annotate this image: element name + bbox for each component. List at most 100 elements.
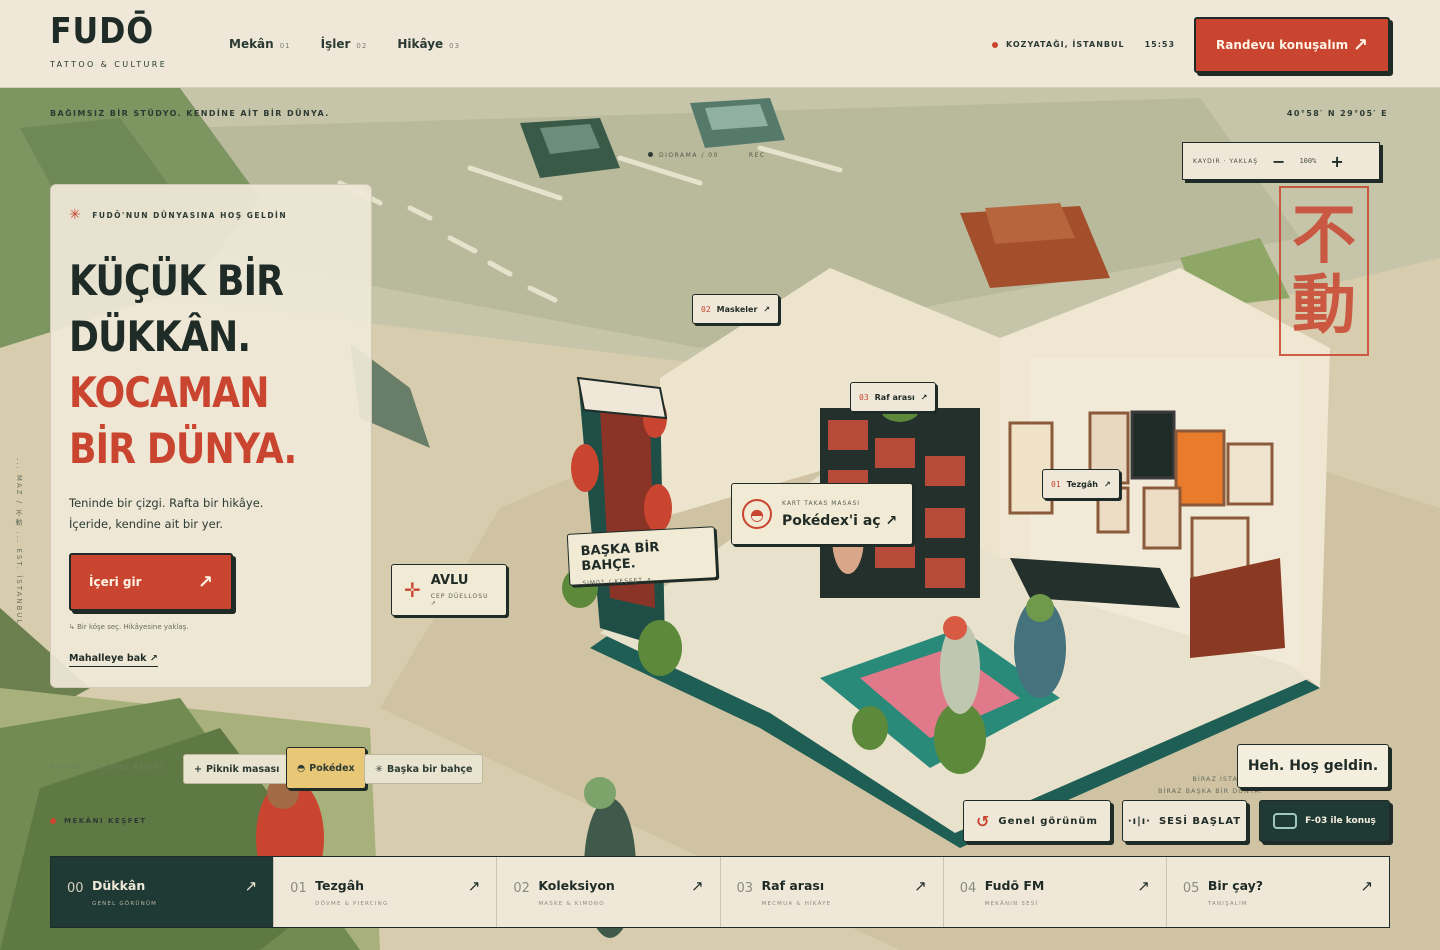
arrow-up-right-icon: ↗	[690, 877, 704, 895]
hero-title-line: KÜÇÜK BİR	[69, 256, 284, 305]
tab-fudo-fm[interactable]: 04 Fudō FM MEKÂNIN SESİ ↗	[943, 857, 1167, 927]
chip-label: Başka bir bahçe	[386, 763, 473, 775]
hero-title-line: DÜKKÂN.	[69, 312, 251, 361]
hero-hint: ↳ Bir köşe seç. Hikâyesine yaklaş.	[69, 623, 189, 631]
sound-wave-icon: ·ı|ı·	[1127, 815, 1151, 827]
arrow-up-right-icon: ↗	[914, 877, 927, 895]
tab-sub: TANIŞALIM	[1207, 901, 1248, 907]
bahce-sign[interactable]: BAŞKA BİR BAHÇE. SIM01 / KEŞFET ↗	[566, 526, 718, 587]
avlu-title: AVLU	[430, 573, 469, 588]
hero-desc-line: Teninde bir çizgi. Rafta bir hikâye.	[69, 496, 264, 510]
kanji-stamp: 不 動	[1279, 186, 1369, 356]
arrow-up-right-icon: ↗	[1103, 479, 1111, 489]
tab-dukkan[interactable]: 00 Dükkân GENEL GÖRÜNÜM ↗	[51, 857, 275, 927]
logo-subtitle: TATTOO & CULTURE	[50, 60, 168, 69]
hotspot-raf-arasi[interactable]: 03 Raf arası ↗	[850, 382, 937, 412]
hotspot-label: Raf arası	[874, 392, 915, 402]
nav-item-hikaye[interactable]: Hikâye 03	[397, 37, 460, 51]
hotspot-num: 01	[1051, 479, 1061, 489]
chip-label: Piknik masası	[205, 763, 280, 775]
nav-item-isler[interactable]: İşler 02	[321, 37, 368, 51]
pokedex-sign[interactable]: ◓ KART TAKAS MASASI Pokédex'i aç ↗	[731, 483, 913, 545]
zoom-value: 100%	[1299, 157, 1317, 165]
hero-title: KÜÇÜK BİR DÜKKÂN. KOCAMAN BİR DÜNYA.	[69, 253, 353, 477]
hero-description: Teninde bir çizgi. Rafta bir hikâye. İçe…	[69, 493, 353, 535]
greeting-bubble: Heh. Hoş geldin.	[1237, 744, 1389, 788]
tab-koleksiyon[interactable]: 02 Koleksiyon MASKE & KIMONO ↗	[497, 857, 721, 927]
arrow-up-right-icon: ↗	[1137, 877, 1150, 895]
tab-num: 03	[736, 881, 754, 896]
overview-button[interactable]: ↺ Genel görünüm	[963, 800, 1111, 842]
chat-label: F-03 ile konuş	[1305, 816, 1376, 826]
plus-icon: +	[194, 763, 202, 775]
location-status: KOZYATAĞI, İSTANBUL 15:53	[992, 40, 1175, 49]
tab-num: 00	[67, 881, 84, 896]
sound-toggle-button[interactable]: ·ı|ı· SESİ BAŞLAT	[1122, 800, 1247, 842]
robot-icon	[1273, 813, 1298, 829]
explore-label: MEKÂNI KEŞFET	[50, 817, 147, 825]
diorama-indicator: DIORAMA / 00 REC	[648, 152, 766, 159]
hero-desc-line: İçeride, kendine ait bir yer.	[69, 517, 224, 531]
pokedex-title-text: Pokédex'i aç	[782, 512, 881, 529]
nav-label: Hikâye	[397, 37, 444, 51]
nav-item-mekan[interactable]: Mekân 01	[229, 37, 291, 51]
hotspot-tezgah[interactable]: 01 Tezgâh ↗	[1042, 469, 1120, 499]
arrow-up-right-icon: ↗	[885, 512, 898, 529]
avlu-text: AVLU CEP DÜELLOSU ↗	[431, 573, 494, 607]
arrow-up-right-icon: ↗	[1352, 34, 1368, 56]
appointment-button[interactable]: Randevu konuşalım ↗	[1194, 17, 1390, 73]
chat-button[interactable]: F-03 ile konuş	[1259, 800, 1390, 842]
chip-piknik-masasi[interactable]: + Piknik masası	[183, 754, 291, 784]
kanji-char: 不	[1292, 197, 1356, 273]
overview-label: Genel görünüm	[998, 815, 1098, 827]
rotate-icon: ↺	[976, 811, 991, 831]
neighborhood-link[interactable]: Mahalleye bak ↗	[69, 653, 158, 667]
logo[interactable]: FUDŌ TATTOO & CULTURE	[50, 11, 168, 70]
hotspot-maskeler[interactable]: 02 Maskeler ↗	[692, 294, 780, 324]
tab-num: 05	[1182, 881, 1200, 896]
hotspot-label: Maskeler	[716, 304, 758, 314]
tab-raf-arasi[interactable]: 03 Raf arası MECMUA & HİKÂYE ↗	[720, 857, 944, 927]
move-crosshair-icon: ✛	[404, 578, 421, 602]
local-time: 15:53	[1144, 40, 1176, 49]
tab-title: Koleksiyon	[538, 878, 615, 893]
hero-eyebrow: ✳ FUDŌ'NUN DÜNYASINA HOŞ GELDİN	[69, 207, 353, 223]
tab-tezgah[interactable]: 01 Tezgâh DÖVME & PIERCING ↗	[274, 857, 498, 927]
tab-title: Dükkân	[92, 878, 146, 893]
arrow-up-right-icon: ↗	[1360, 877, 1374, 895]
chips-label: AVLUDA & İÇERİDE KEŞFET	[50, 764, 166, 771]
tab-sub: MASKE & KIMONO	[538, 901, 605, 907]
logo-wordmark: FUDŌ	[50, 11, 155, 52]
tab-sub: MEKÂNIN SESİ	[984, 901, 1039, 907]
nav-label: İşler	[320, 37, 351, 51]
appointment-label: Randevu konuşalım	[1216, 38, 1349, 52]
hero-title-line: KOCAMAN	[69, 368, 270, 417]
nav-num: 02	[356, 42, 368, 50]
arrow-up-right-icon: ↗	[244, 877, 258, 895]
tab-title: Raf arası	[761, 878, 825, 893]
arrow-up-right-icon: ↗	[197, 571, 213, 593]
avlu-sub: CEP DÜELLOSU ↗	[430, 593, 489, 607]
tab-num: 04	[959, 881, 977, 896]
chip-baska-bir-bahce[interactable]: ✳ Başka bir bahçe	[364, 754, 484, 784]
chip-label: Pokédex	[309, 762, 355, 774]
enter-button[interactable]: İçeri gir ↗	[69, 553, 233, 611]
zoom-out-button[interactable]: −	[1272, 152, 1285, 171]
asterisk-icon: ✳	[375, 763, 383, 775]
tab-sub: DÖVME & PIERCING	[315, 901, 389, 907]
explore-text: MEKÂNI KEŞFET	[64, 817, 147, 825]
arrow-up-right-icon: ↗	[920, 392, 928, 402]
tab-title: Bir çay?	[1207, 878, 1264, 893]
tab-sub: MECMUA & HİKÂYE	[761, 901, 832, 907]
tab-bir-cay[interactable]: 05 Bir çay? TANIŞALIM ↗	[1166, 857, 1390, 927]
hero-eyebrow-text: FUDŌ'NUN DÜNYASINA HOŞ GELDİN	[92, 210, 288, 220]
avlu-sign[interactable]: ✛ AVLU CEP DÜELLOSU ↗	[391, 564, 507, 616]
main-nav: Mekân 01 İşler 02 Hikâye 03	[229, 37, 460, 51]
zoom-in-button[interactable]: +	[1330, 152, 1343, 171]
side-vertical-text: ... MAZ / 不動 ... EST. İSTANBUL	[15, 458, 23, 626]
tab-title: Tezgâh	[315, 878, 365, 893]
pokeball-icon: ◓	[297, 762, 306, 774]
diorama-scene[interactable]: BAĞIMSIZ BİR STÜDYO. KENDİNE AİT BİR DÜN…	[0, 88, 1440, 950]
chip-pokedex[interactable]: ◓ Pokédex	[286, 747, 366, 789]
site-header: FUDŌ TATTOO & CULTURE Mekân 01 İşler 02 Hi…	[0, 0, 1440, 88]
